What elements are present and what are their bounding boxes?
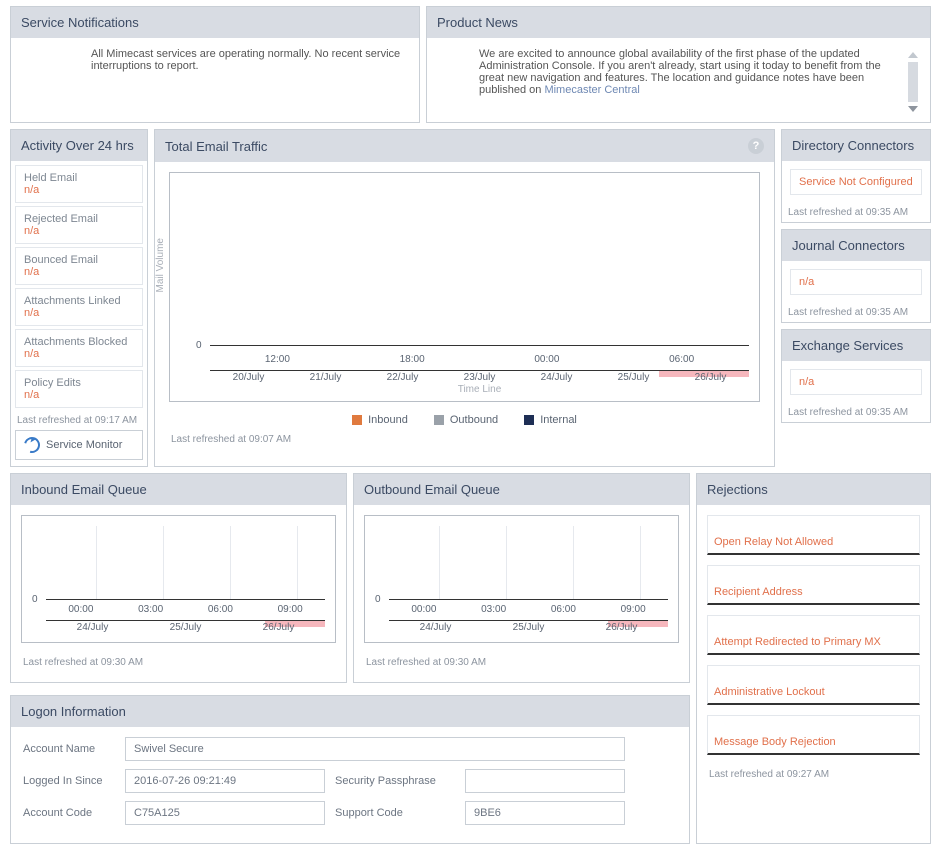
exchange-refresh: Last refreshed at 09:35 AM: [782, 403, 930, 422]
scrollbar-thumb[interactable]: [908, 62, 918, 102]
logon-header: Logon Information: [11, 696, 689, 727]
outbound-queue-header: Outbound Email Queue: [354, 474, 689, 505]
activity-item[interactable]: Attachments Linkedn/a: [15, 288, 143, 326]
service-notifications-header: Service Notifications: [11, 7, 419, 38]
account-code-field[interactable]: C75A125: [125, 801, 325, 825]
exchange-header: Exchange Services: [782, 330, 930, 361]
help-icon[interactable]: ?: [748, 138, 764, 154]
activity-item[interactable]: Bounced Emailn/a: [15, 247, 143, 285]
scroll-up-icon[interactable]: [908, 52, 918, 58]
rejections-header: Rejections: [697, 474, 930, 505]
service-notifications-text: All Mimecast services are operating norm…: [11, 38, 419, 82]
traffic-legend: Inbound Outbound Internal: [169, 410, 760, 430]
rejection-item[interactable]: Message Body Rejection: [707, 715, 920, 755]
refresh-icon: [21, 434, 43, 456]
inbound-queue-refresh: Last refreshed at 09:30 AM: [21, 653, 336, 672]
account-code-label: Account Code: [23, 807, 115, 819]
exchange-value[interactable]: n/a: [790, 369, 922, 395]
rejections-refresh: Last refreshed at 09:27 AM: [707, 765, 920, 784]
rejection-item[interactable]: Administrative Lockout: [707, 665, 920, 705]
rejection-item[interactable]: Recipient Address: [707, 565, 920, 605]
journal-header: Journal Connectors: [782, 230, 930, 261]
traffic-chart: Mail Volume 0 12:00 18:00 00:00 06:00 20…: [169, 172, 760, 402]
support-code-field[interactable]: 9BE6: [465, 801, 625, 825]
security-field[interactable]: [465, 769, 625, 793]
product-news-header: Product News: [427, 7, 930, 38]
mimecaster-central-link[interactable]: Mimecaster Central: [544, 84, 639, 96]
activity-header: Activity Over 24 hrs: [11, 130, 147, 161]
service-monitor-button[interactable]: Service Monitor: [15, 430, 143, 460]
activity-item[interactable]: Policy Editsn/a: [15, 370, 143, 408]
activity-refresh: Last refreshed at 09:17 AM: [15, 411, 143, 430]
journal-value[interactable]: n/a: [790, 269, 922, 295]
product-news-text: We are excited to announce global availa…: [439, 48, 898, 112]
outbound-queue-refresh: Last refreshed at 09:30 AM: [364, 653, 679, 672]
traffic-refresh: Last refreshed at 09:07 AM: [169, 430, 760, 449]
directory-refresh: Last refreshed at 09:35 AM: [782, 203, 930, 222]
directory-value[interactable]: Service Not Configured: [790, 169, 922, 195]
traffic-header: Total Email Traffic ?: [155, 130, 774, 162]
account-name-field[interactable]: Swivel Secure: [125, 737, 625, 761]
rejection-item[interactable]: Open Relay Not Allowed: [707, 515, 920, 555]
security-label: Security Passphrase: [335, 775, 455, 787]
account-name-label: Account Name: [23, 743, 115, 755]
activity-item[interactable]: Rejected Emailn/a: [15, 206, 143, 244]
directory-header: Directory Connectors: [782, 130, 930, 161]
journal-refresh: Last refreshed at 09:35 AM: [782, 303, 930, 322]
activity-item[interactable]: Attachments Blockedn/a: [15, 329, 143, 367]
inbound-queue-chart: 0 00:00 03:00 06:00 09:00: [21, 515, 336, 643]
rejection-item[interactable]: Attempt Redirected to Primary MX: [707, 615, 920, 655]
scroll-down-icon[interactable]: [908, 106, 918, 112]
outbound-queue-chart: 0 00:00 03:00 06:00 09:00: [364, 515, 679, 643]
logged-in-field[interactable]: 2016-07-26 09:21:49: [125, 769, 325, 793]
logged-in-label: Logged In Since: [23, 775, 115, 787]
activity-item[interactable]: Held Emailn/a: [15, 165, 143, 203]
inbound-queue-header: Inbound Email Queue: [11, 474, 346, 505]
support-code-label: Support Code: [335, 807, 455, 819]
